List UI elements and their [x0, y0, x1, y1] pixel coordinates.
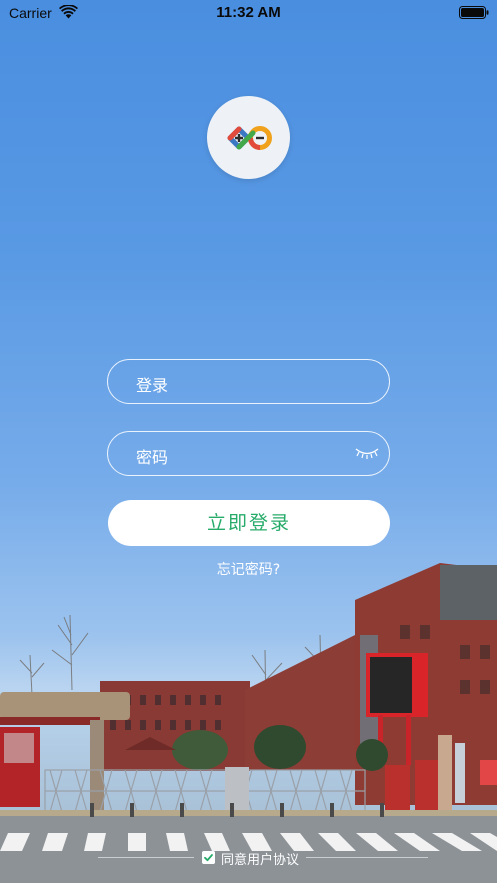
agreement-row: 同意用户协议	[0, 848, 497, 868]
password-input[interactable]: 密码	[107, 431, 390, 476]
agreement-link[interactable]: 同意用户协议	[221, 849, 299, 868]
password-placeholder: 密码	[136, 448, 169, 467]
eye-closed-icon[interactable]	[355, 446, 379, 460]
account-input[interactable]: 登录	[107, 359, 390, 404]
agreement-divider-right	[306, 857, 428, 858]
status-bar: Carrier 11:32 AM	[0, 0, 497, 26]
login-button[interactable]: 立即登录	[108, 500, 390, 546]
clock: 11:32 AM	[216, 4, 281, 21]
checkbox-checked-icon[interactable]	[202, 851, 215, 864]
battery-icon	[459, 6, 489, 19]
account-placeholder: 登录	[136, 376, 169, 395]
infinity-plus-minus-logo-icon	[227, 126, 272, 150]
agreement-divider-left	[98, 857, 194, 858]
app-logo	[207, 96, 290, 179]
campus-background-image	[0, 563, 497, 883]
